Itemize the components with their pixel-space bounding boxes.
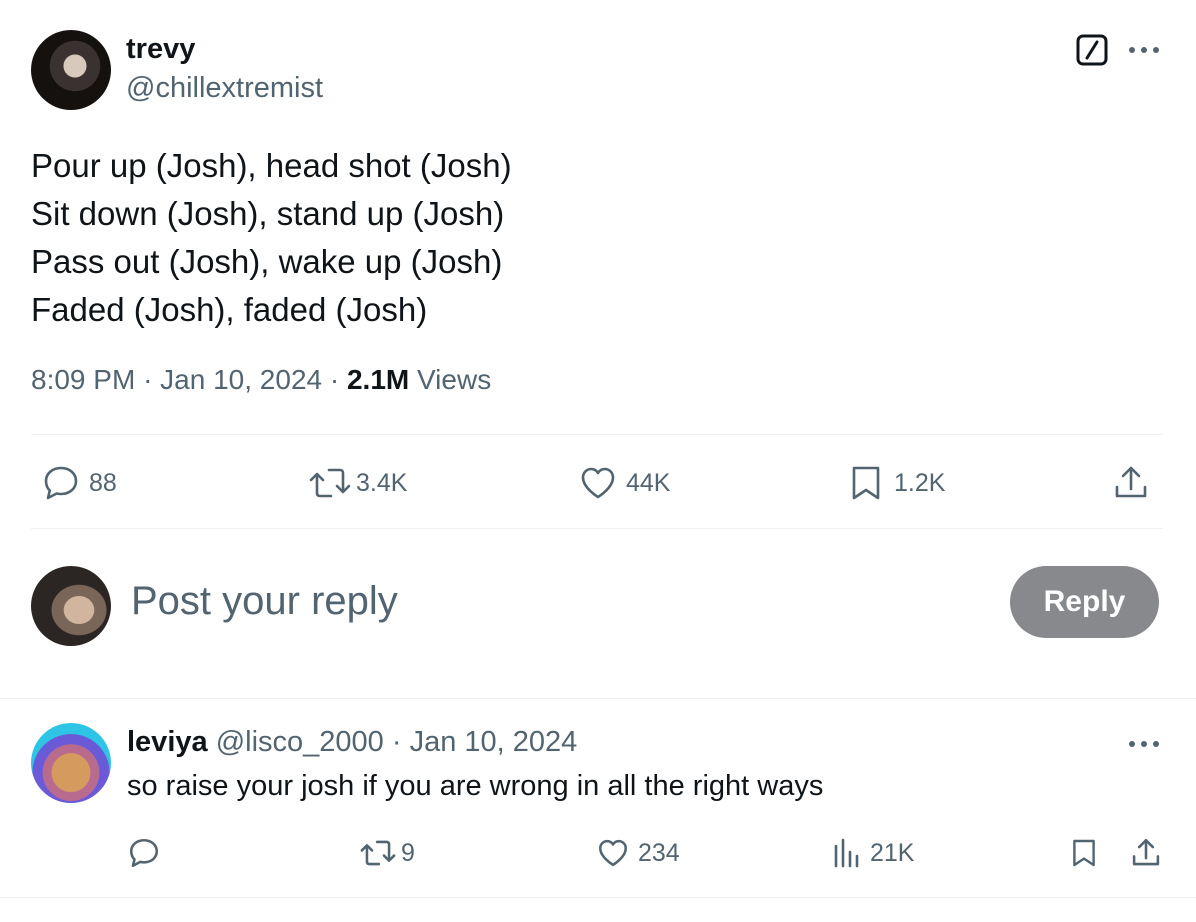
post-text-line: Pass out (Josh), wake up (Josh): [31, 243, 503, 280]
share-icon: [1132, 838, 1160, 866]
post-text-line: Faded (Josh), faded (Josh): [31, 291, 428, 328]
meta-separator: ·: [143, 364, 153, 395]
repost-icon: [360, 840, 396, 866]
reply-bubble-icon: [129, 838, 159, 868]
bookmark-button[interactable]: 1.2K: [846, 462, 945, 504]
reply-header: leviya @lisco_2000 · Jan 10, 2024: [127, 726, 577, 759]
reply-bubble-icon: [44, 466, 78, 500]
reply-author-handle[interactable]: @lisco_2000: [216, 726, 384, 758]
divider: [31, 528, 1163, 529]
reply-text: so raise your josh if you are wrong in a…: [127, 770, 824, 802]
reply-button[interactable]: 88: [41, 462, 117, 504]
post-time[interactable]: 8:09 PM: [31, 364, 135, 395]
reply-submit-button[interactable]: Reply: [1010, 566, 1159, 638]
reply-author-avatar[interactable]: [31, 723, 111, 803]
repost-count: 3.4K: [356, 468, 408, 497]
post-more-button[interactable]: [1126, 38, 1162, 62]
reply-share-button[interactable]: [1129, 836, 1163, 870]
reply-count: 88: [89, 468, 117, 497]
reply-repost-button[interactable]: 9: [359, 836, 415, 870]
post-text-line: Sit down (Josh), stand up (Josh): [31, 195, 505, 232]
heart-icon: [598, 839, 628, 867]
reply-author-name[interactable]: leviya: [127, 726, 208, 758]
bookmark-icon: [1073, 839, 1095, 867]
divider: [31, 434, 1163, 435]
heart-icon: [581, 467, 615, 499]
author-name[interactable]: trevy: [126, 33, 195, 66]
author-avatar[interactable]: [31, 30, 111, 110]
post-date[interactable]: Jan 10, 2024: [160, 364, 322, 395]
like-count: 44K: [626, 468, 671, 497]
author-handle[interactable]: @chillextremist: [126, 72, 323, 105]
repost-icon: [309, 468, 351, 498]
reply-views-count: 21K: [870, 838, 915, 867]
more-dots-icon: [1129, 47, 1159, 53]
meta-separator: ·: [329, 364, 340, 395]
share-button[interactable]: [1111, 462, 1151, 504]
post-meta: 8:09 PM · Jan 10, 2024 · 2.1M Views: [31, 364, 491, 396]
reply-repost-count: 9: [401, 838, 415, 867]
views-label: Views: [417, 364, 492, 395]
meta-separator: ·: [391, 726, 402, 758]
bookmark-count: 1.2K: [894, 468, 946, 497]
reply-input[interactable]: Post your reply: [131, 579, 398, 624]
like-button[interactable]: 44K: [578, 462, 670, 504]
reply-views-button[interactable]: 21K: [832, 836, 914, 870]
reply-like-count: 234: [638, 838, 680, 867]
reply-reply-button[interactable]: [127, 836, 161, 870]
grok-icon: [1076, 34, 1108, 66]
share-icon: [1115, 466, 1147, 498]
post-text-line: Pour up (Josh), head shot (Josh): [31, 147, 512, 184]
reply-date[interactable]: Jan 10, 2024: [410, 726, 578, 758]
bookmark-icon: [852, 466, 880, 500]
reply-submit-label: Reply: [1043, 585, 1126, 618]
reply-bookmark-button[interactable]: [1068, 836, 1100, 870]
views-bar-icon: [834, 838, 859, 868]
user-avatar[interactable]: [31, 566, 111, 646]
reply-more-button[interactable]: [1126, 732, 1162, 756]
post-text: Pour up (Josh), head shot (Josh) Sit dow…: [31, 142, 512, 334]
views-count: 2.1M: [346, 364, 410, 395]
divider: [0, 698, 1196, 699]
grok-button[interactable]: [1075, 33, 1109, 67]
reply-like-button[interactable]: 234: [596, 836, 680, 870]
more-dots-icon: [1129, 741, 1159, 747]
repost-button[interactable]: 3.4K: [308, 462, 407, 504]
divider: [0, 897, 1196, 898]
